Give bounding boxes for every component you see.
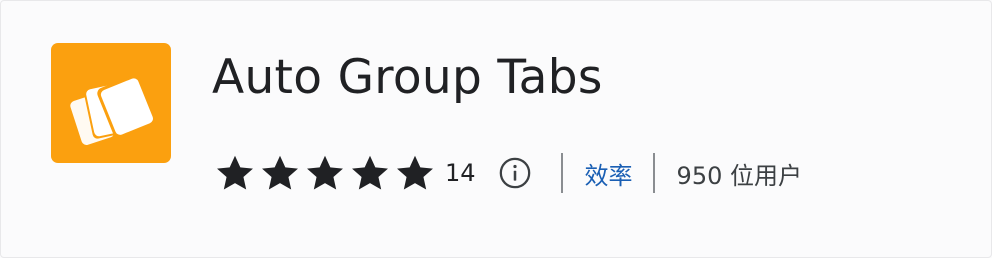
stacked-cards-icon [51, 43, 171, 163]
info-icon[interactable] [498, 156, 532, 190]
star-icon [217, 155, 253, 190]
extension-card: Auto Group Tabs 14 效率 950 位用户 [0, 0, 992, 258]
divider [560, 153, 563, 193]
user-count: 950 位用户 [676, 161, 802, 190]
extension-icon [51, 43, 171, 163]
star-icon [352, 155, 388, 190]
extension-meta-row: 14 效率 950 位用户 [213, 151, 802, 195]
star-icon [397, 155, 433, 190]
rating-stars [213, 151, 437, 195]
rating-count: 14 [445, 159, 476, 187]
star-icon [262, 155, 298, 190]
extension-title: Auto Group Tabs [212, 50, 603, 105]
category-link[interactable]: 效率 [585, 156, 633, 191]
divider [652, 153, 655, 193]
star-icon [307, 155, 343, 190]
